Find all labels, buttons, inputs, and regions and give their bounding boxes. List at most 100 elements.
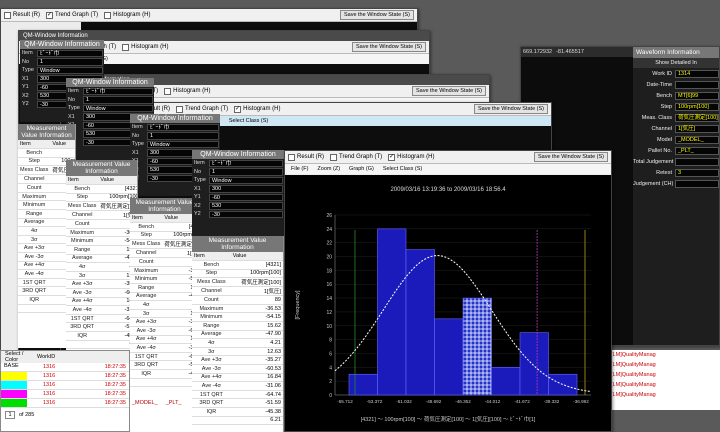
save-window-state-button[interactable]: Save the Window State (S)	[351, 42, 426, 52]
save-window-state-button[interactable]: Save the Window State (S)	[339, 10, 414, 20]
measure-key: 3σ	[66, 271, 99, 281]
measure-key: Step	[18, 157, 51, 167]
table-row: Channel1[気圧]	[192, 286, 283, 297]
row-color-swatch[interactable]	[1, 372, 27, 380]
column-header: Value	[50, 140, 75, 150]
table-row: Ave +3σ-35.27	[192, 355, 283, 366]
page-count: of 285	[19, 412, 35, 418]
histogram-checkbox[interactable]: Histogram (H)	[104, 11, 150, 19]
histogram-checkbox[interactable]: ✓ Histogram (H)	[234, 105, 280, 113]
table-row: Mess Class荷気圧測定[100]	[130, 239, 199, 250]
menu-select-class[interactable]: Select Class (S)	[383, 166, 422, 172]
table-row: Ave -3σ-60.53	[192, 364, 283, 374]
coord-y: -81.465517	[556, 49, 584, 55]
table-row[interactable]: 1316 18:27:35	[1, 390, 129, 399]
menu-file[interactable]: File (F)	[291, 166, 308, 172]
y-axis-label: [Frequency]	[295, 290, 301, 320]
qm-window-front: Result (R) Trend Graph (T) ✓ Histogram (H…	[284, 150, 612, 432]
info-value: ﾋﾞｰﾄﾞ巾	[83, 87, 153, 95]
row-color-swatch[interactable]: BASE	[1, 363, 27, 371]
info-key: Type	[132, 141, 144, 148]
measure-key: Ave -3σ	[66, 288, 99, 298]
info-value: 530	[209, 202, 283, 210]
page-number-input[interactable]: 1	[5, 411, 15, 419]
waveform-key: Date-Time	[646, 81, 672, 88]
menu-graph[interactable]: Graph (G)	[349, 166, 374, 172]
menu-bar: File (F) Zoom (Z) Graph (G) Select Class…	[285, 164, 611, 174]
waveform-key: Retest	[656, 169, 672, 176]
histogram-checkbox[interactable]: Histogram (H)	[122, 43, 168, 51]
measure-key: Mess Class	[130, 239, 163, 250]
row-color-swatch[interactable]	[1, 399, 27, 407]
measure-key: Bench	[192, 260, 231, 270]
info-key: Y1	[22, 84, 29, 91]
waveform-value: _MODEL_	[675, 135, 719, 144]
table-row: IQR-45.38	[130, 369, 199, 379]
save-window-state-button[interactable]: Save the Window State (S)	[473, 104, 548, 114]
waveform-value: 100rpm[100]	[675, 102, 719, 111]
measure-key: Step	[66, 193, 99, 203]
measure-value: -60.53	[230, 364, 283, 374]
measure-key: Ave +3σ	[66, 279, 99, 290]
info-row: No 1	[130, 132, 220, 141]
measure-value: 荷気圧測定[100]	[230, 277, 283, 288]
info-row: Item ﾋﾞｰﾄﾞ巾	[20, 49, 104, 58]
info-value: 1	[37, 58, 103, 66]
model-label: _MODEL_	[132, 400, 158, 406]
trend-checkbox[interactable]: Trend Graph (T)	[330, 153, 382, 161]
waveform-title: Waveform Information	[633, 47, 719, 58]
measure-key	[66, 340, 99, 350]
measure-key: IQR	[66, 331, 99, 341]
table-row[interactable]: 1316 18:27:35	[1, 372, 129, 381]
y-tick-label: 24	[326, 227, 332, 233]
info-key: Y2	[194, 211, 201, 218]
x-axis-label: [4321] 〜 100rpm[100] 〜 荷気圧測定[100] 〜 1[気圧…	[361, 415, 536, 423]
save-window-state-button[interactable]: Save the Window State (S)	[533, 152, 608, 162]
measure-key: Average	[18, 218, 51, 228]
table-row: Step100rpm[100]	[66, 193, 137, 203]
measure-value: -45.38	[230, 407, 283, 417]
x-tick-label: -36.992	[573, 399, 589, 404]
trend-checkbox[interactable]: Trend Graph (T)	[176, 105, 228, 113]
table-row: Ave -3σ-60.53	[130, 326, 199, 336]
waveform-row: Work ID 1314	[633, 68, 719, 79]
waveform-row: Bench MT[6]99	[633, 90, 719, 101]
measure-key: Maximum	[18, 192, 51, 202]
table-row[interactable]: 1316 18:27:35	[1, 399, 129, 408]
histogram-checkbox[interactable]: ✓ Histogram (H)	[388, 153, 434, 161]
table-row: Ave +4σ16.84	[130, 335, 199, 345]
table-row: Channel1[気圧]	[130, 248, 199, 259]
menu-zoom[interactable]: Zoom (Z)	[317, 166, 340, 172]
show-detailed-button[interactable]: Show Detailed In	[633, 58, 719, 68]
info-key: Item	[68, 88, 79, 95]
info-value: -30	[209, 210, 283, 218]
waveform-key: Work ID	[652, 70, 672, 77]
info-key: X1	[132, 149, 139, 156]
row-color-swatch[interactable]	[1, 381, 27, 389]
row-color-swatch[interactable]	[1, 390, 27, 398]
measure-value: -47.90	[230, 330, 283, 340]
measure-key: Channel	[18, 174, 51, 185]
result-checkbox[interactable]: Result (R)	[288, 153, 324, 161]
table-row[interactable]: BASE 1316 18:27:35	[1, 363, 129, 372]
measure-panel-3: Measurement Value Information Item Value B…	[130, 198, 200, 432]
measure-key: 3RD QRT	[192, 398, 231, 408]
result-checkbox[interactable]: Result (R)	[4, 11, 40, 19]
table-row: Bench[4321]	[66, 184, 137, 194]
save-window-state-button[interactable]: Save the Window State (S)	[411, 86, 486, 96]
trend-checkbox[interactable]: ✓Trend Graph (T)	[46, 11, 98, 19]
menu-select-class[interactable]: Select Class (S)	[229, 118, 268, 124]
info-key: No	[22, 58, 30, 65]
measure-key: Maximum	[66, 228, 99, 238]
table-row: 3σ12.63	[130, 309, 199, 319]
info-value: Window	[37, 66, 103, 74]
measure-value: [4321]	[50, 148, 75, 158]
column-header: Value	[98, 176, 137, 186]
table-row[interactable]: 1316 18:27:35	[1, 381, 129, 390]
table-row: IQR-45.38	[66, 331, 137, 341]
histogram-checkbox[interactable]: Histogram (H)	[164, 87, 210, 95]
table-row: Range15.62	[66, 245, 137, 255]
info-key: X1	[194, 185, 201, 192]
measure-key: Step	[130, 231, 163, 241]
panel-title: QM-Window Information	[20, 40, 104, 49]
